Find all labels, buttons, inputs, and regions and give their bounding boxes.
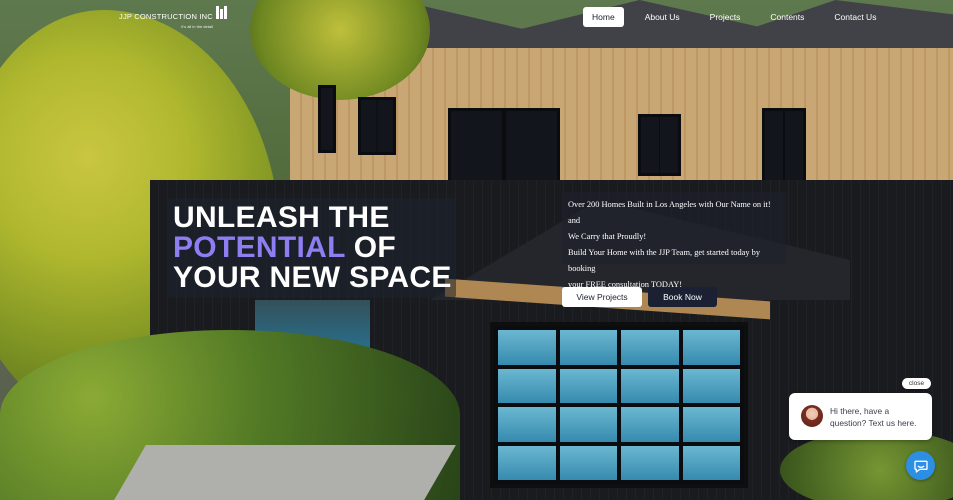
hero-headline: UNLEASH THE POTENTIAL OF YOUR NEW SPACE <box>173 203 452 293</box>
headline-line-2-rest: OF <box>345 231 397 264</box>
hero-info-panel: Over 200 Homes Built in Los Angeles with… <box>562 192 786 289</box>
book-now-button[interactable]: Book Now <box>648 287 717 307</box>
chat-launcher-button[interactable] <box>906 451 935 480</box>
main-menu: Home About Us Projects Contents Contact … <box>583 7 897 27</box>
nav-about-us[interactable]: About Us <box>636 7 689 27</box>
agent-avatar <box>801 405 823 427</box>
logo-bars-icon <box>215 6 228 19</box>
info-line-2: We Carry that Proudly! <box>568 232 647 241</box>
info-line-1: Over 200 Homes Built in Los Angeles with… <box>568 200 771 225</box>
headline-line-1: UNLEASH THE <box>173 201 390 234</box>
chat-prompt-text: Hi there, have a question? Text us here. <box>830 406 917 428</box>
nav-contents[interactable]: Contents <box>761 7 813 27</box>
company-logo[interactable]: JJP CONSTRUCTION INC it's all in the det… <box>119 6 228 29</box>
nav-projects[interactable]: Projects <box>701 7 750 27</box>
chat-bubble-icon <box>913 460 928 473</box>
chat-close-button[interactable]: close <box>902 378 931 389</box>
top-navbar: JJP CONSTRUCTION INC it's all in the det… <box>0 0 953 33</box>
logo-name: JJP CONSTRUCTION INC <box>119 12 213 21</box>
nav-contact-us[interactable]: Contact Us <box>825 7 885 27</box>
headline-line-2: POTENTIAL OF <box>173 233 452 263</box>
view-projects-button[interactable]: View Projects <box>562 287 642 307</box>
nav-home[interactable]: Home <box>583 7 624 27</box>
logo-wordmark: JJP CONSTRUCTION INC it's all in the det… <box>119 6 213 29</box>
logo-tagline: it's all in the detail <box>181 24 213 29</box>
chat-prompt-bubble[interactable]: Hi there, have a question? Text us here. <box>789 393 932 440</box>
headline-accent-word: POTENTIAL <box>173 231 346 264</box>
info-line-3: Build Your Home with the JJP Team, get s… <box>568 248 761 273</box>
headline-line-3: YOUR NEW SPACE <box>173 261 452 294</box>
